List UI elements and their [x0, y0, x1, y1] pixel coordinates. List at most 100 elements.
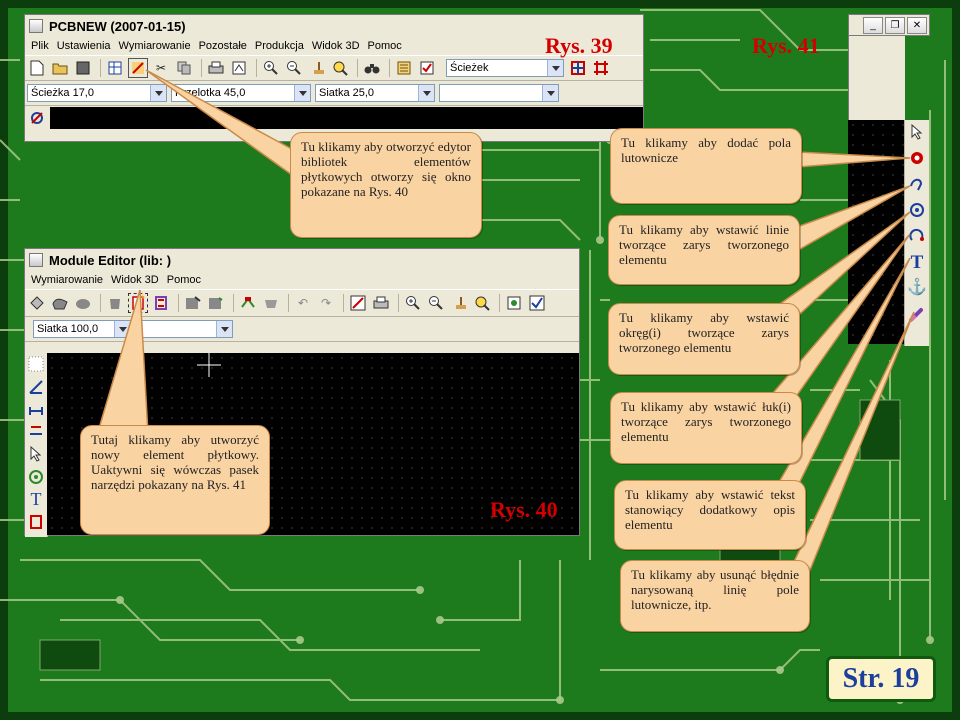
text-icon[interactable]: T [907, 252, 927, 272]
module-editor-menubar: Wymiarowanie Widok 3D Pomoc [25, 271, 579, 289]
zoom-fit-icon[interactable] [330, 58, 350, 78]
units-inch-icon[interactable] [26, 423, 46, 442]
minimize-button[interactable]: _ [863, 16, 883, 34]
plot-icon[interactable] [229, 58, 249, 78]
line-icon[interactable] [907, 174, 927, 194]
toolbar-separator [178, 294, 179, 312]
toolbar-separator [100, 59, 101, 77]
menu-widok-3d[interactable]: Widok 3D [308, 40, 364, 52]
drc-off-icon[interactable] [27, 108, 47, 128]
undo-icon[interactable]: ↶ [293, 293, 313, 313]
pcbnew-title: PCBNEW (2007-01-15) [49, 18, 186, 34]
figure-label-rys-40: Rys. 40 [490, 497, 558, 522]
show-edges-sketch-icon[interactable] [26, 513, 46, 532]
show-pads-sketch-icon[interactable] [26, 468, 46, 487]
module-properties-icon[interactable] [348, 293, 368, 313]
zoom-fit-icon[interactable] [472, 293, 492, 313]
new-file-icon[interactable] [27, 58, 47, 78]
drc-icon[interactable] [417, 58, 437, 78]
maximize-button[interactable]: ❐ [885, 16, 905, 34]
track-width-value: Ścieżka 17,0 [31, 87, 94, 99]
module-outline-icon[interactable] [151, 293, 171, 313]
zoom-select[interactable] [439, 84, 559, 102]
pad-icon[interactable] [907, 148, 927, 168]
circle-icon[interactable] [907, 200, 927, 220]
redo-icon[interactable]: ↷ [316, 293, 336, 313]
arc-icon[interactable] [907, 226, 927, 246]
pcbnew-canvas[interactable] [50, 107, 643, 129]
open-folder-icon[interactable] [50, 58, 70, 78]
menu-wymiarowanie[interactable]: Wymiarowanie [27, 274, 107, 286]
track-width-select[interactable]: Ścieżka 17,0 [27, 84, 167, 102]
grid-toggle-icon[interactable] [591, 58, 611, 78]
zoom-out-icon[interactable] [426, 293, 446, 313]
cut-icon[interactable]: ✂ [151, 58, 171, 78]
copy-icon[interactable] [174, 58, 194, 78]
load-module-icon[interactable] [73, 293, 93, 313]
menu-pozostale[interactable]: Pozostałe [195, 40, 251, 52]
cursor-icon[interactable] [907, 122, 927, 142]
save-icon[interactable] [73, 58, 93, 78]
menu-ustawienia[interactable]: Ustawienia [53, 40, 115, 52]
menu-produkcja[interactable]: Produkcja [251, 40, 308, 52]
show-texts-sketch-icon[interactable]: T [26, 490, 46, 509]
toolbar-separator [256, 59, 257, 77]
select-library-icon[interactable] [27, 293, 47, 313]
module-edit-toolbar: T ⚓ [904, 120, 929, 346]
menu-pomoc[interactable]: Pomoc [364, 40, 406, 52]
module-editor-options-toolbar: Siatka 100,0 [25, 317, 579, 342]
redraw-icon[interactable] [449, 293, 469, 313]
insert-in-board-icon[interactable] [206, 293, 226, 313]
export-module-icon[interactable] [261, 293, 281, 313]
chevron-down-icon [547, 60, 563, 76]
toolbar-separator [389, 59, 390, 77]
grid-select[interactable]: Siatka 25,0 [315, 84, 435, 102]
check-module-icon[interactable] [527, 293, 547, 313]
toolbar-separator [233, 294, 234, 312]
layer-select[interactable]: Ścieżek [446, 59, 564, 77]
figure-label-rys-39: Rys. 39 [545, 33, 613, 58]
close-button[interactable]: ✕ [907, 16, 927, 34]
callout-open-library-editor: Tu klikamy aby otworzyć edytor bibliotek… [290, 132, 482, 238]
app-icon [29, 19, 43, 33]
menu-plik[interactable]: Plik [27, 40, 53, 52]
toolbar-separator [398, 294, 399, 312]
units-mm-icon[interactable] [26, 400, 46, 419]
module-editor-title: Module Editor (lib: ) [49, 252, 172, 268]
polar-coords-icon[interactable] [26, 378, 46, 397]
module-window-strip [848, 36, 905, 120]
import-module-icon[interactable] [238, 293, 258, 313]
chevron-down-icon [294, 85, 310, 101]
delete-module-icon[interactable] [105, 293, 125, 313]
module-editor-canvas-right[interactable] [848, 120, 904, 344]
new-module-icon[interactable] [128, 293, 148, 313]
menu-widok-3d[interactable]: Widok 3D [107, 274, 163, 286]
page-number-badge: Str. 19 [826, 656, 936, 702]
menu-wymiarowanie[interactable]: Wymiarowanie [115, 40, 195, 52]
zoom-in-icon[interactable] [261, 58, 281, 78]
print-icon[interactable] [206, 58, 226, 78]
via-size-select[interactable]: Przelotka 45,0 [171, 84, 311, 102]
print-icon[interactable] [371, 293, 391, 313]
zoom-out-icon[interactable] [284, 58, 304, 78]
redraw-icon[interactable] [307, 58, 327, 78]
grid-toggle-icon[interactable] [26, 355, 46, 374]
netlist-icon[interactable] [394, 58, 414, 78]
layer-pair-icon[interactable] [568, 58, 588, 78]
save-library-icon[interactable] [50, 293, 70, 313]
load-from-board-icon[interactable] [183, 293, 203, 313]
page-settings-icon[interactable] [105, 58, 125, 78]
module-zoom-select[interactable] [135, 320, 233, 338]
callout-add-circle: Tu klikamy aby wstawić okręg(i) tworzące… [608, 303, 800, 375]
zoom-in-icon[interactable] [403, 293, 423, 313]
cursor-shape-icon[interactable] [26, 445, 46, 464]
pad-settings-icon[interactable] [504, 293, 524, 313]
module-editor-icon[interactable] [128, 58, 148, 78]
window-controls: _ ❐ ✕ [848, 14, 930, 36]
find-icon[interactable] [362, 58, 382, 78]
anchor-icon[interactable]: ⚓ [907, 278, 927, 298]
module-grid-select[interactable]: Siatka 100,0 [33, 320, 131, 338]
delete-icon[interactable] [907, 304, 927, 324]
crosshair-cursor [197, 353, 221, 377]
menu-pomoc[interactable]: Pomoc [163, 274, 205, 286]
